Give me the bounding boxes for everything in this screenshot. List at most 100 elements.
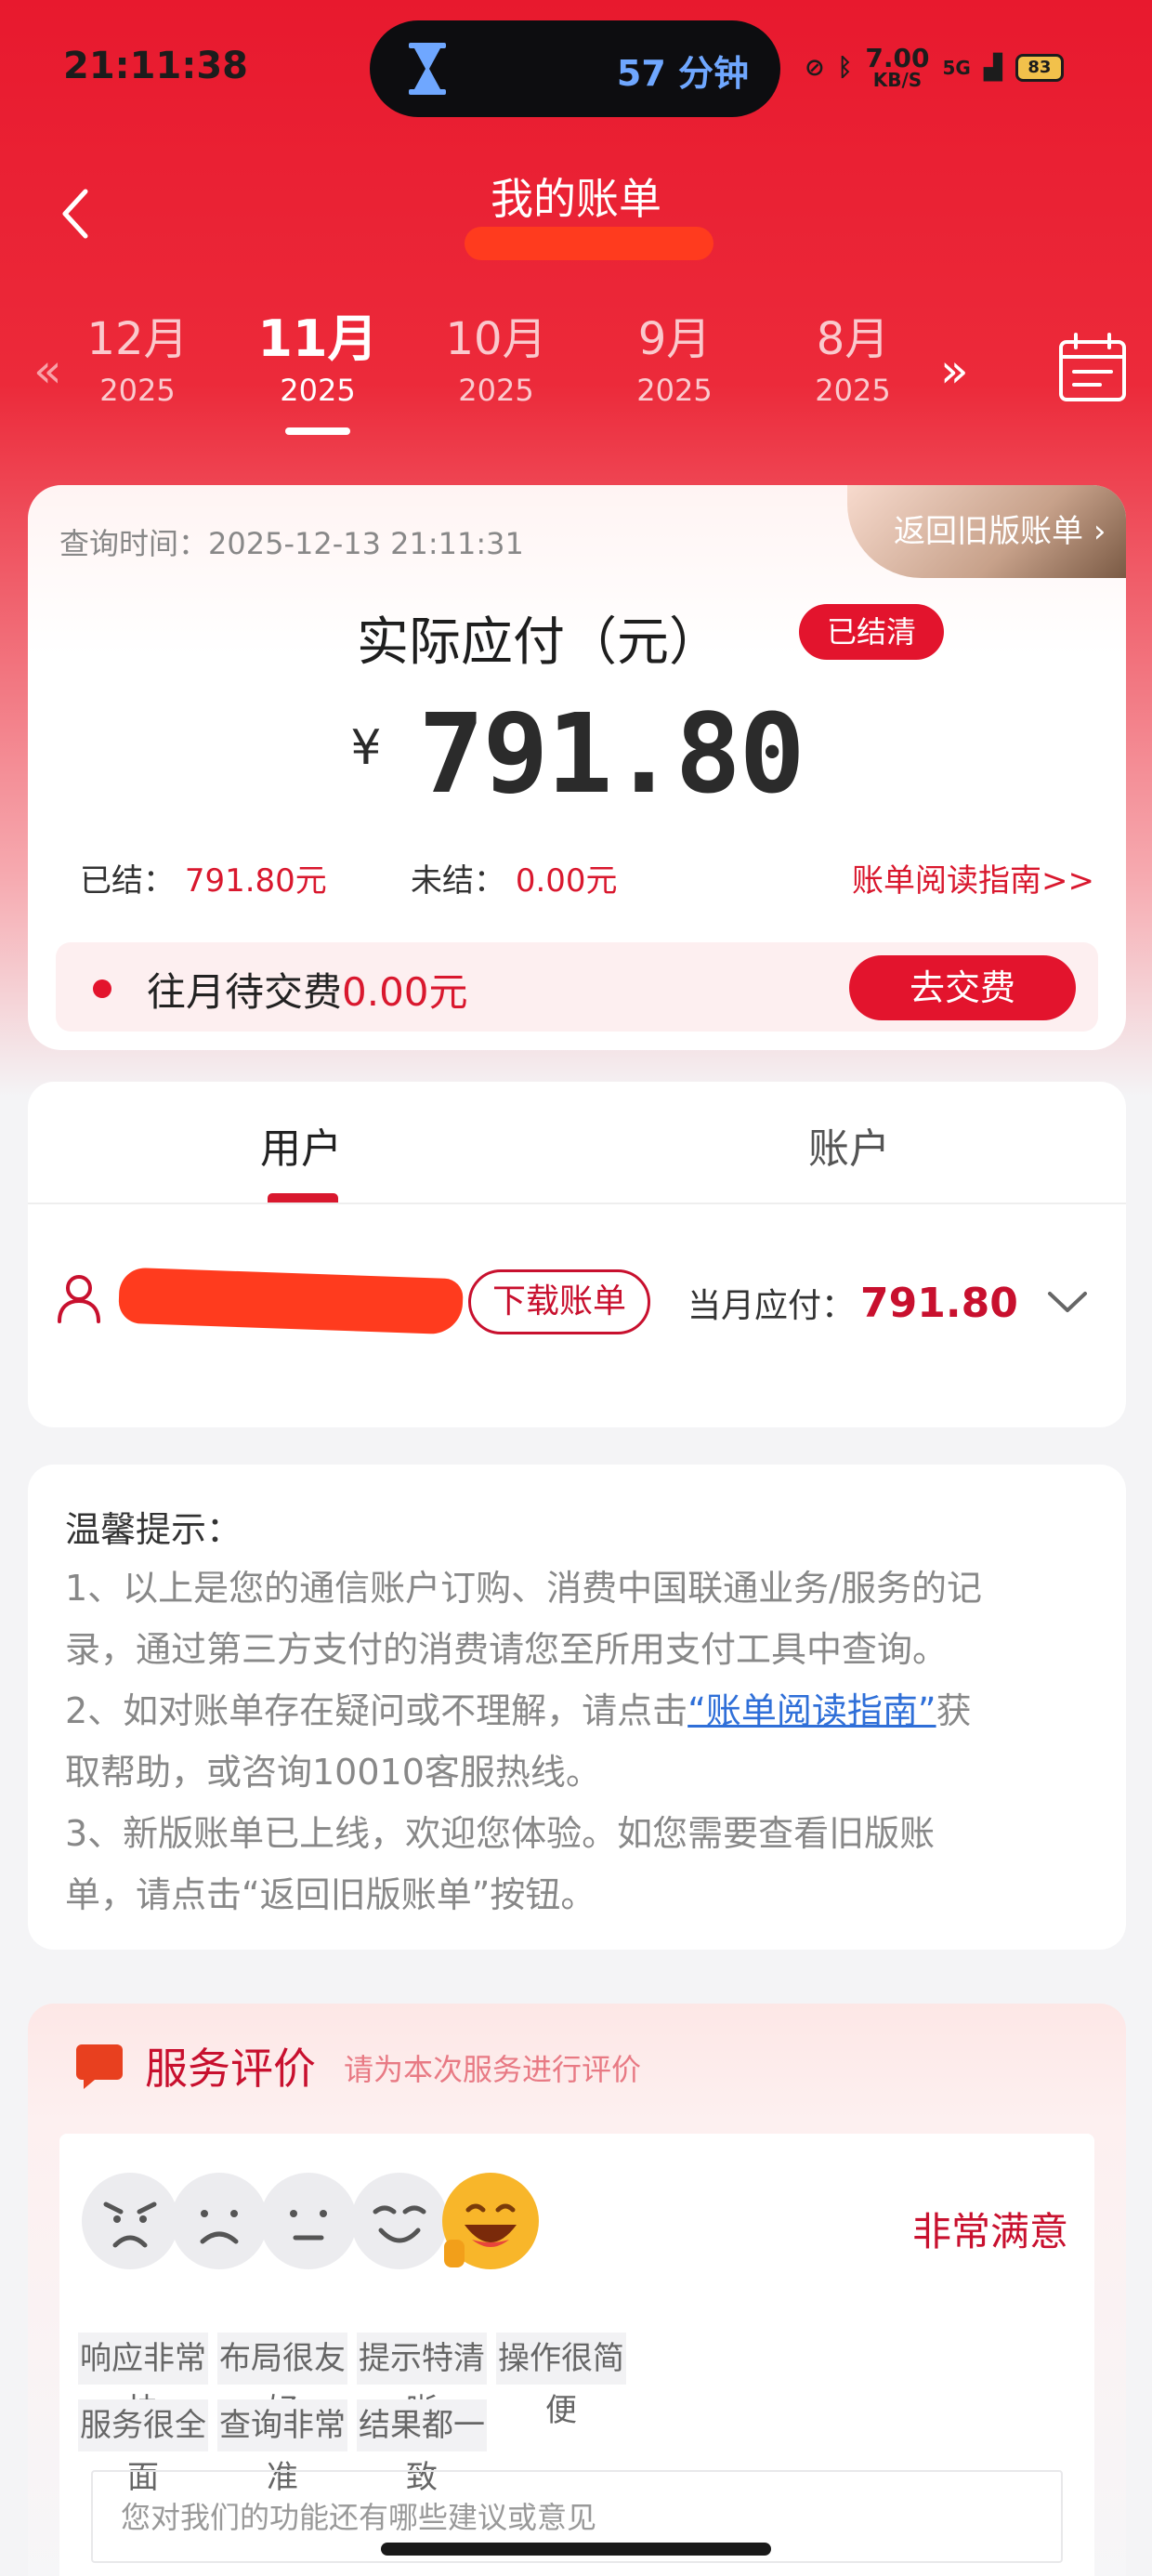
home-indicator[interactable] (381, 2543, 771, 2556)
speed-value: 7.00 (865, 43, 930, 73)
month-payable: 当月应付： 791.80 (687, 1279, 1018, 1327)
pending-label: 往月待交费 (147, 969, 343, 1015)
tips-text: 获 (936, 1690, 972, 1731)
month-label: 8月 (816, 313, 890, 365)
neutral-face-icon[interactable] (258, 2171, 359, 2271)
month-payable-value: 791.80 (860, 1280, 1018, 1327)
month-tab-0[interactable]: 12月 2025 (72, 307, 203, 409)
rating-tag[interactable]: 服务很全面 (78, 2399, 208, 2496)
tab-user[interactable]: 用户 (260, 1115, 342, 1175)
chevron-right-icon: › (1093, 513, 1106, 550)
speed-unit: KB/S (872, 69, 923, 91)
year-label: 2025 (99, 373, 176, 408)
angry-face-icon[interactable] (80, 2171, 180, 2271)
status-icons: ⊘ ᛒ 7.00 KB/S 5G ▟ 83 (805, 45, 1064, 91)
rating-tag[interactable]: 结果都一致 (357, 2399, 487, 2496)
month-label: 9月 (637, 313, 712, 365)
unsettled-value: 0.00元 (515, 862, 618, 900)
pending-dot-icon (93, 979, 111, 998)
month-tab-4[interactable]: 8月 2025 (788, 307, 918, 409)
old-bill-button[interactable]: 返回旧版账单 › (847, 485, 1126, 578)
pending-text: 往月待交费0.00元 (147, 961, 468, 1018)
year-label: 2025 (815, 373, 891, 408)
unsettled-label: 未结： (411, 862, 505, 900)
bill-summary-card: 查询时间：2025-12-13 21:11:31 返回旧版账单 › 实际应付（元… (28, 485, 1126, 1050)
query-time: 查询时间：2025-12-13 21:11:31 (59, 526, 524, 561)
status-badge: 已结清 (799, 604, 944, 660)
redaction-mark (118, 1267, 464, 1335)
month-label: 10月 (445, 313, 547, 365)
tips-line: 3、新版账单已上线，欢迎您体验。如您需要查看旧版账 (65, 1813, 936, 1854)
selected-rating-label: 非常满意 (912, 2209, 1069, 2254)
double-chevron-right-icon[interactable]: » (940, 344, 969, 398)
rating-tag[interactable]: 布局很友好 (217, 2333, 347, 2429)
screen-time-text: 57 分钟 (616, 53, 749, 94)
currency-symbol: ¥ (350, 720, 382, 776)
settled-label: 已结： (80, 862, 175, 900)
tips-text: 2、如对账单存在疑问或不理解，请点击 (65, 1690, 688, 1731)
year-label: 2025 (458, 373, 534, 408)
calendar-icon[interactable] (1057, 333, 1128, 403)
double-chevron-left-icon[interactable]: « (33, 344, 62, 398)
settled-value: 791.80元 (184, 862, 327, 900)
user-icon (58, 1275, 100, 1323)
pending-payment-bar: 往月待交费0.00元 去交费 (56, 942, 1098, 1032)
download-bill-button[interactable]: 下载账单 (468, 1269, 650, 1334)
bill-guide-inline-link[interactable]: “账单阅读指南” (687, 1690, 936, 1731)
divider (28, 1203, 1126, 1204)
month-payable-label: 当月应付： (687, 1287, 856, 1325)
signal-icon: ▟ (983, 54, 1002, 82)
sad-face-icon[interactable] (169, 2171, 269, 2271)
grinning-face-icon[interactable] (440, 2171, 541, 2271)
tab-account[interactable]: 账户 (808, 1115, 890, 1175)
bluetooth-icon: ᛒ (837, 54, 853, 82)
status-bar: 21:11:38 57 分钟 ⊘ ᛒ 7.00 KB/S 5G ▟ 83 (0, 0, 1152, 130)
pending-value: 0.00元 (342, 969, 468, 1015)
smile-face-icon[interactable] (349, 2171, 450, 2271)
settled-amount: 已结： 791.80元 (80, 855, 327, 900)
payable-amount: ¥791.80 (28, 690, 1126, 818)
tips-line: 录，通过第三方支付的消费请您至所用支付工具中查询。 (65, 1629, 949, 1670)
month-tabs: « 12月 2025 11月 2025 10月 2025 9月 2025 8月 … (0, 307, 1152, 446)
tips-title: 温馨提示： (65, 1509, 242, 1550)
unsettled-amount: 未结： 0.00元 (411, 855, 618, 900)
pay-button[interactable]: 去交费 (849, 955, 1076, 1020)
network-type: 5G (942, 57, 971, 79)
bill-guide-link[interactable]: 账单阅读指南>> (852, 855, 1094, 900)
rating-title: 服务评价 (145, 2044, 316, 2094)
page-title: 我的账单 (491, 174, 661, 224)
tips-card: 温馨提示： 1、以上是您的通信账户订购、消费中国联通业务/服务的记 录，通过第三… (28, 1465, 1126, 1950)
dynamic-island[interactable]: 57 分钟 (370, 20, 780, 117)
year-label: 2025 (636, 373, 713, 408)
tips-line: 2、如对账单存在疑问或不理解，请点击“账单阅读指南”获 (65, 1680, 1089, 1741)
rating-subtitle: 请为本次服务进行评价 (344, 2052, 642, 2087)
old-bill-label: 返回旧版账单 (894, 513, 1083, 550)
month-tab-1[interactable]: 11月 2025 (253, 307, 383, 409)
active-month-indicator (285, 427, 350, 435)
user-account-card: 用户 账户 下载账单 当月应付： 791.80 (28, 1082, 1126, 1427)
battery-icon: 83 (1015, 54, 1064, 82)
alarm-off-icon: ⊘ (805, 54, 825, 82)
chat-bubble-icon (76, 2044, 123, 2089)
hourglass-icon (409, 43, 446, 95)
year-label: 2025 (280, 373, 356, 408)
month-tab-3[interactable]: 9月 2025 (609, 307, 740, 409)
rating-tag[interactable]: 查询非常准 (217, 2399, 347, 2496)
tips-line: 取帮助，或咨询10010客服热线。 (65, 1752, 601, 1793)
chevron-down-icon[interactable] (1044, 1284, 1091, 1321)
tips-line: 1、以上是您的通信账户订购、消费中国联通业务/服务的记 (65, 1568, 982, 1609)
active-tab-indicator (268, 1193, 338, 1203)
tips-line: 单，请点击“返回旧版账单”按钮。 (65, 1874, 596, 1915)
month-label: 12月 (86, 313, 189, 365)
month-label: 11月 (257, 309, 378, 368)
rating-tag[interactable]: 提示特清晰 (357, 2333, 487, 2429)
payable-title: 实际应付（元） (357, 612, 721, 673)
rating-panel: 非常满意 响应非常快 布局很友好 提示特清晰 操作很简便 服务很全面 查询非常准… (59, 2134, 1094, 2576)
service-rating-card: 服务评价 请为本次服务进行评价 非常满意 响应非常 布局很友 提示特清 操作很简… (28, 2004, 1126, 2576)
redaction-mark (465, 227, 713, 260)
amount-value: 791.80 (418, 690, 805, 818)
status-time: 21:11:38 (63, 45, 248, 87)
rating-tag[interactable]: 操作很简便 (496, 2333, 626, 2429)
rating-tag[interactable]: 响应非常快 (78, 2333, 208, 2429)
month-tab-2[interactable]: 10月 2025 (431, 307, 561, 409)
